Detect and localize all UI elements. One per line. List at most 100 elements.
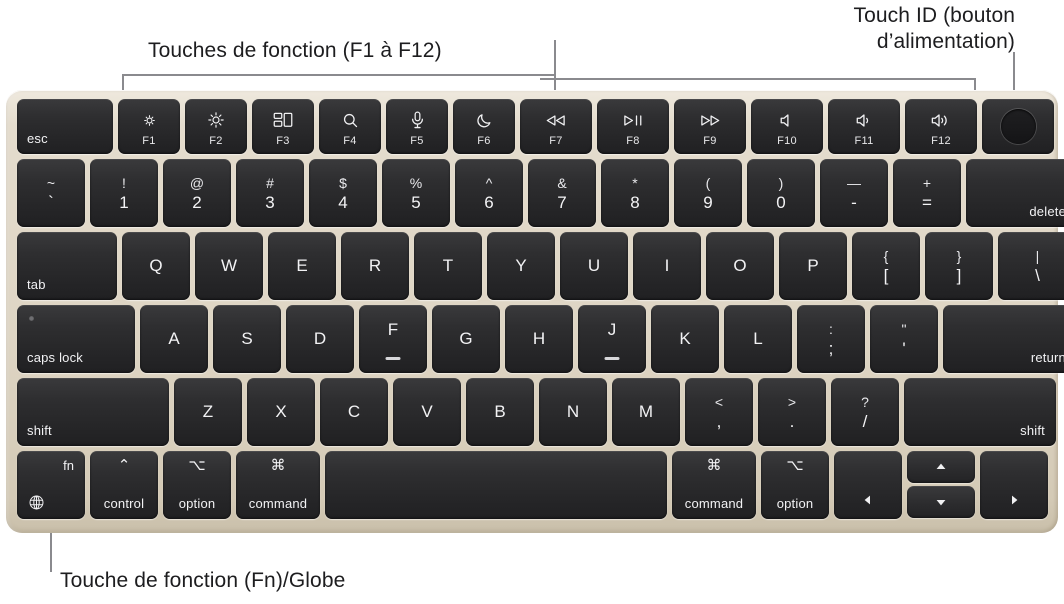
key-esc[interactable]: esc (17, 99, 113, 154)
key-caps-lock[interactable]: caps lock (17, 305, 135, 373)
key-delete[interactable]: delete (966, 159, 1064, 227)
key-shift-right[interactable]: shift (904, 378, 1056, 446)
key-f7-fkey: F7 (549, 135, 563, 147)
key-arrow-left[interactable] (834, 451, 902, 519)
key-s[interactable]: S (213, 305, 281, 373)
key-3[interactable]: # 3 (236, 159, 304, 227)
key-bracket-right[interactable]: } ] (925, 232, 993, 300)
key-tab[interactable]: tab (17, 232, 117, 300)
key-control[interactable]: ⌃ control (90, 451, 158, 519)
key-bracket-right-legend: ] (956, 266, 962, 285)
key-bracket-left[interactable]: { [ (852, 232, 920, 300)
key-touch-id[interactable] (982, 99, 1054, 154)
key-u[interactable]: U (560, 232, 628, 300)
key-v[interactable]: V (393, 378, 461, 446)
key-period[interactable]: > . (758, 378, 826, 446)
key-f2-fkey: F2 (209, 135, 223, 147)
key-control-symbol: ⌃ (117, 457, 131, 474)
key-f[interactable]: F (359, 305, 427, 373)
key-minus[interactable]: — - (820, 159, 888, 227)
key-f9[interactable]: F9 (674, 99, 746, 154)
key-space[interactable] (325, 451, 667, 519)
key-arrow-up[interactable] (907, 451, 975, 483)
key-1[interactable]: ! 1 (90, 159, 158, 227)
key-b[interactable]: B (466, 378, 534, 446)
key-f1[interactable]: F1 (118, 99, 180, 154)
key-command-left-symbol: ⌘ (270, 457, 286, 474)
key-return[interactable]: return (943, 305, 1064, 373)
key-arrow-right[interactable] (980, 451, 1048, 519)
key-f11[interactable]: F11 (828, 99, 900, 154)
arrow-up-icon (935, 461, 947, 473)
key-6[interactable]: ^ 6 (455, 159, 523, 227)
key-p[interactable]: P (779, 232, 847, 300)
key-f12[interactable]: F12 (905, 99, 977, 154)
key-f7[interactable]: F7 (520, 99, 592, 154)
key-arrow-down[interactable] (907, 486, 975, 518)
key-a[interactable]: A (140, 305, 208, 373)
key-f8[interactable]: F8 (597, 99, 669, 154)
key-semicolon[interactable]: : ; (797, 305, 865, 373)
key-f6[interactable]: F6 (453, 99, 515, 154)
key-command-right[interactable]: ⌘ command (672, 451, 756, 519)
key-5[interactable]: % 5 (382, 159, 450, 227)
key-j[interactable]: J (578, 305, 646, 373)
dictation-microphone-icon (386, 110, 448, 130)
key-w[interactable]: W (195, 232, 263, 300)
key-backslash-shift-legend: | (1035, 248, 1040, 264)
key-backslash-legend: \ (1035, 266, 1040, 285)
key-f4[interactable]: F4 (319, 99, 381, 154)
key-z[interactable]: Z (174, 378, 242, 446)
key-fn-globe[interactable]: fn (17, 451, 85, 519)
key-h[interactable]: H (505, 305, 573, 373)
key-slash[interactable]: ? / (831, 378, 899, 446)
key-o[interactable]: O (706, 232, 774, 300)
key-k[interactable]: K (651, 305, 719, 373)
key-y[interactable]: Y (487, 232, 555, 300)
key-2[interactable]: @ 2 (163, 159, 231, 227)
key-q[interactable]: Q (122, 232, 190, 300)
key-d[interactable]: D (286, 305, 354, 373)
key-shift-left[interactable]: shift (17, 378, 169, 446)
key-i[interactable]: I (633, 232, 701, 300)
key-option-left[interactable]: ⌥ option (163, 451, 231, 519)
key-e[interactable]: E (268, 232, 336, 300)
key-x[interactable]: X (247, 378, 315, 446)
key-fn-label: fn (63, 458, 74, 473)
key-g[interactable]: G (432, 305, 500, 373)
key-8[interactable]: * 8 (601, 159, 669, 227)
key-grave-legend: ` (48, 193, 54, 212)
key-c[interactable]: C (320, 378, 388, 446)
key-8-shift-legend: * (632, 175, 638, 191)
key-n[interactable]: N (539, 378, 607, 446)
key-2-legend: 2 (192, 193, 202, 212)
key-4[interactable]: $ 4 (309, 159, 377, 227)
key-7[interactable]: & 7 (528, 159, 596, 227)
key-equals[interactable]: + = (893, 159, 961, 227)
key-f10[interactable]: F10 (751, 99, 823, 154)
key-comma[interactable]: < , (685, 378, 753, 446)
key-bracket-left-legend: [ (883, 266, 889, 285)
key-command-left[interactable]: ⌘ command (236, 451, 320, 519)
key-l[interactable]: L (724, 305, 792, 373)
key-m[interactable]: M (612, 378, 680, 446)
key-7-shift-legend: & (557, 175, 567, 191)
key-f2[interactable]: F2 (185, 99, 247, 154)
key-option-right[interactable]: ⌥ option (761, 451, 829, 519)
key-command-left-label: command (248, 496, 308, 511)
key-f12-fkey: F12 (931, 135, 951, 147)
key-r[interactable]: R (341, 232, 409, 300)
key-t[interactable]: T (414, 232, 482, 300)
key-esc-label: esc (27, 131, 48, 146)
key-minus-legend: - (851, 193, 857, 212)
key-quote[interactable]: " ' (870, 305, 938, 373)
key-0[interactable]: ) 0 (747, 159, 815, 227)
key-bracket-left-shift-legend: { (883, 248, 889, 264)
key-f3[interactable]: F3 (252, 99, 314, 154)
callout-leader-fn-globe (50, 528, 52, 572)
key-f5[interactable]: F5 (386, 99, 448, 154)
key-grave[interactable]: ~ ` (17, 159, 85, 227)
key-1-shift-legend: ! (122, 175, 126, 191)
key-9[interactable]: ( 9 (674, 159, 742, 227)
key-backslash[interactable]: | \ (998, 232, 1064, 300)
